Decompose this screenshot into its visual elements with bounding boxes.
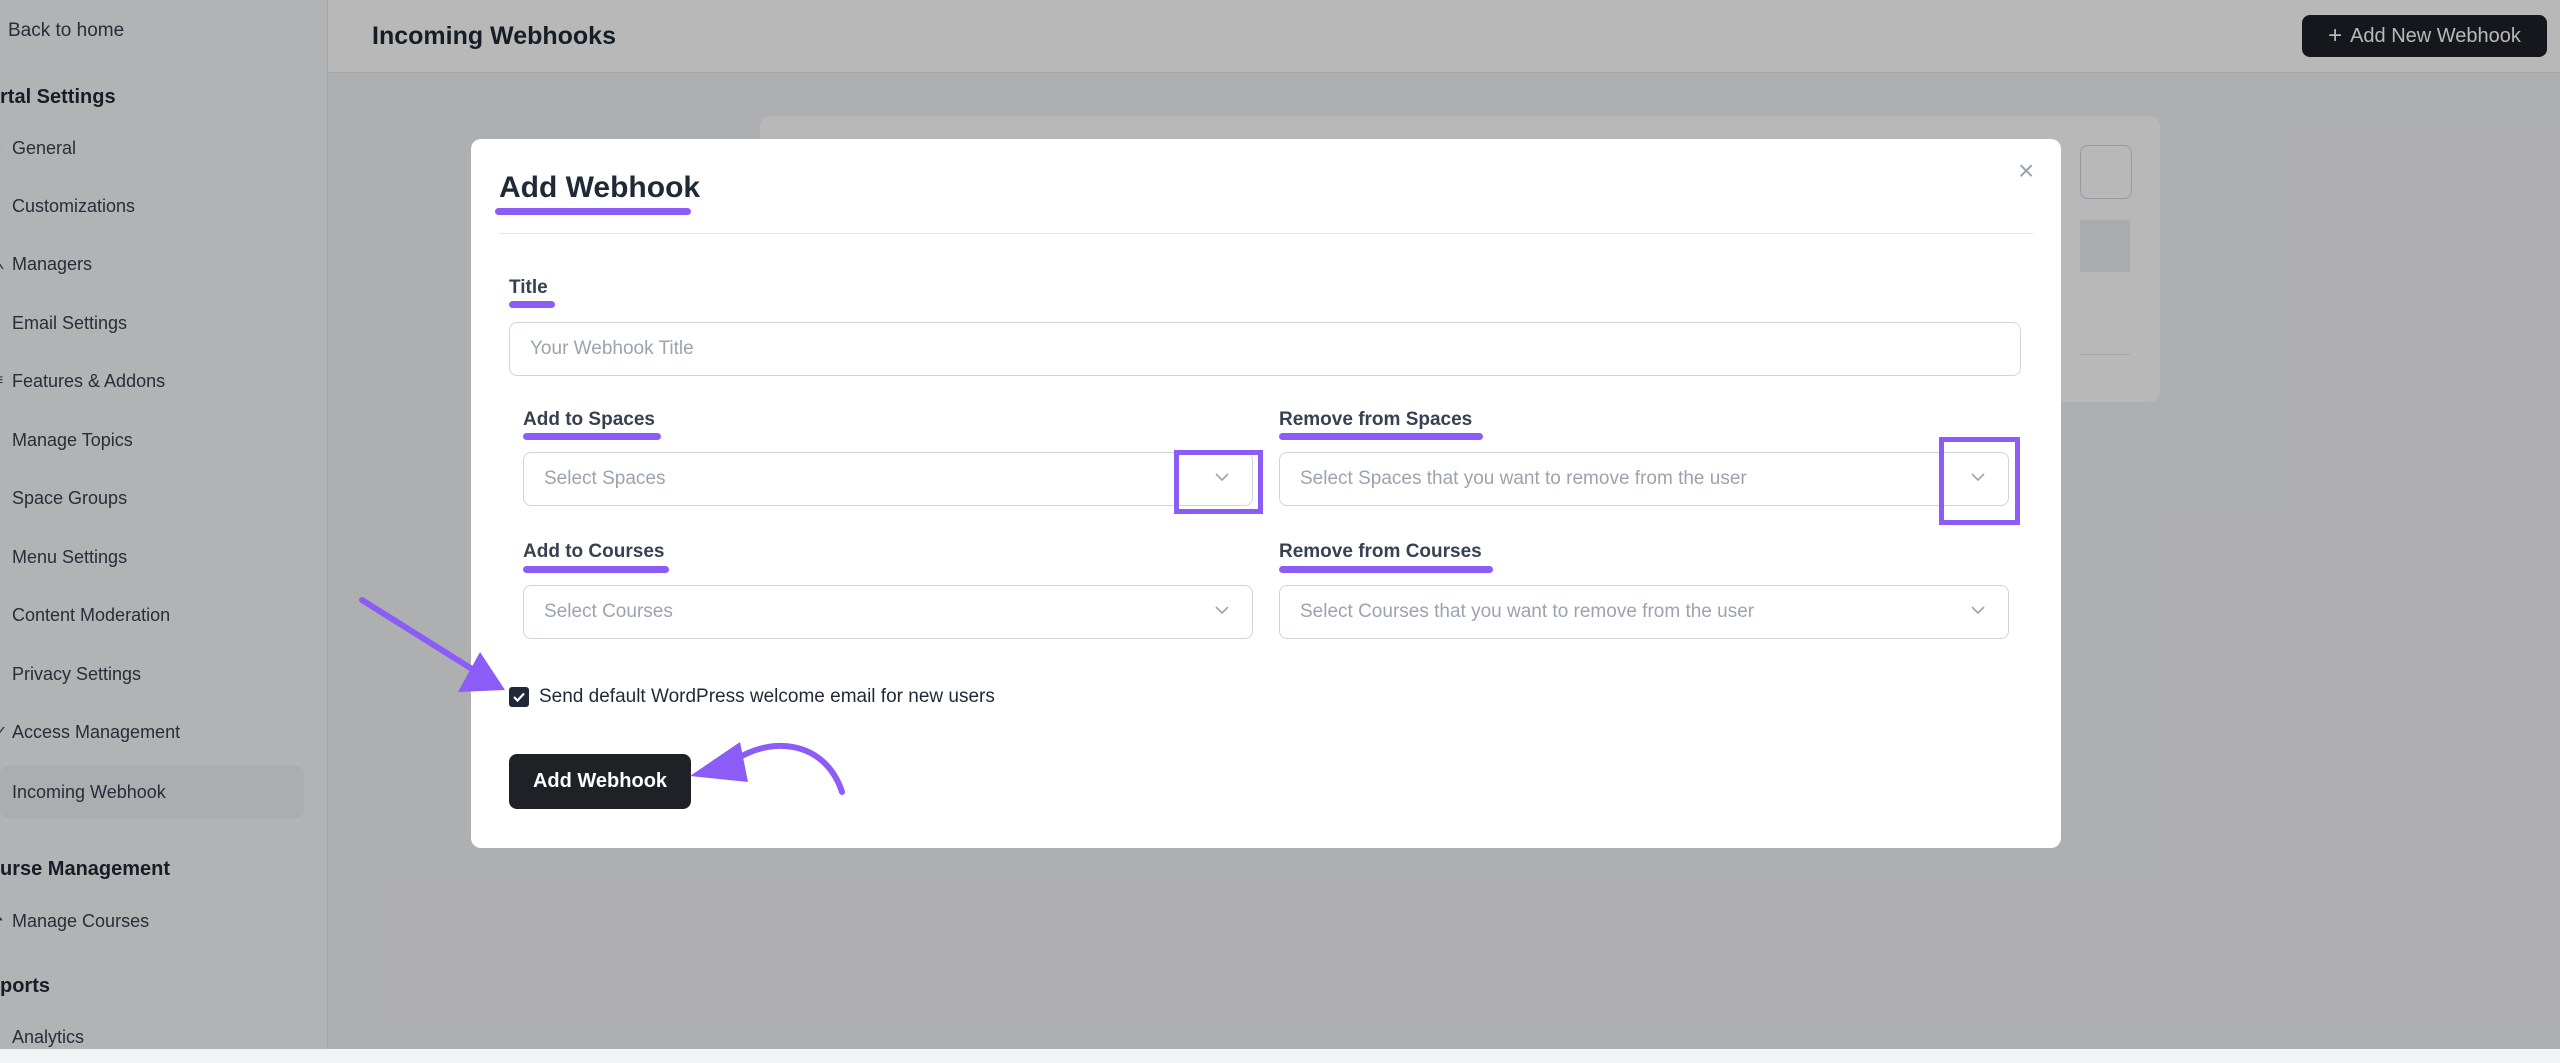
annotation-arrow-icon [359, 597, 505, 692]
annotation-arrow-icon [690, 742, 845, 795]
annotation-arrows [359, 597, 845, 795]
